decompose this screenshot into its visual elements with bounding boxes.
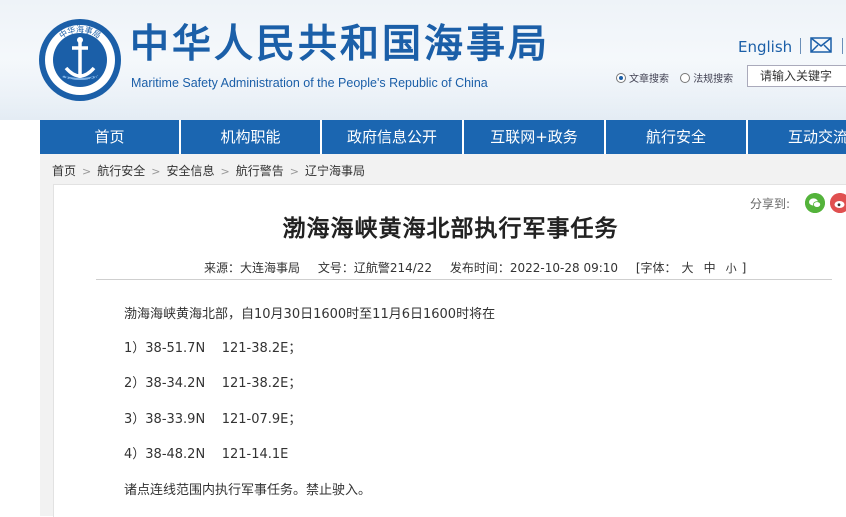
search-option-law[interactable]: 法规搜索 [680, 70, 733, 85]
nav-item-interaction[interactable]: 互动交流 [748, 120, 846, 154]
article-paragraph: 3）38-33.9N 121-07.9E； [124, 412, 302, 427]
font-size-medium[interactable]: 中 [704, 261, 716, 275]
breadcrumb-item[interactable]: 安全信息 [166, 164, 214, 178]
title-divider [96, 279, 832, 280]
nav-item-gov-info[interactable]: 政府信息公开 [322, 120, 464, 154]
article-meta: 来源：大连海事局 文号：辽航警214/22 发布时间：2022-10-28 09… [204, 259, 746, 276]
nav-item-internet-gov[interactable]: 互联网+政务 [464, 120, 606, 154]
font-size-controls: [字体： 大中小] [636, 261, 746, 275]
article-paragraph: 2）38-34.2N 121-38.2E； [124, 376, 302, 391]
article-paragraph: 诸点连线范围内执行军事任务。禁止驶入。 [124, 483, 372, 498]
chevron-right-icon: > [82, 165, 92, 178]
english-link[interactable]: English [738, 38, 792, 56]
search-input[interactable] [747, 65, 846, 87]
breadcrumb-item[interactable]: 首页 [52, 164, 76, 178]
breadcrumb-item[interactable]: 航行安全 [97, 164, 145, 178]
header-background [0, 60, 846, 120]
breadcrumb-item[interactable]: 辽宁海事局 [305, 164, 365, 178]
search-option-article[interactable]: 文章搜索 [616, 70, 669, 85]
site-subtitle: Maritime Safety Administration of the Pe… [131, 76, 488, 90]
search-option-label: 法规搜索 [693, 74, 734, 85]
chevron-right-icon: > [151, 165, 161, 178]
mail-icon[interactable] [810, 37, 832, 53]
site-title[interactable]: 中华人民共和国海事局 [130, 22, 550, 68]
font-size-label: [字体： [635, 261, 677, 275]
article-source: 来源：大连海事局 [204, 261, 301, 275]
font-size-small[interactable]: 小 [726, 262, 737, 275]
header-separator [800, 38, 801, 54]
nav-item-navigation-safety[interactable]: 航行安全 [606, 120, 748, 154]
header-separator [842, 38, 843, 54]
main-nav: 首页 机构职能 政府信息公开 互联网+政务 航行安全 互动交流 [40, 120, 846, 154]
msa-logo-icon[interactable]: 中华海事局 CHINA MSA [38, 18, 122, 102]
article-title: 渤海海峡黄海北部执行军事任务 [282, 216, 619, 242]
nav-item-functions[interactable]: 机构职能 [181, 120, 322, 154]
font-size-large[interactable]: 大 [682, 261, 694, 275]
page-body: 首页 > 航行安全 > 安全信息 > 航行警告 > 辽宁海事局 分享到: 渤海海峡黄海北部执行军… [40, 154, 846, 517]
article-panel: 分享到: 渤海海峡黄海北部执行军事任务 来源：大连海事局 文号：辽航警214/2… [53, 184, 846, 517]
search-option-label: 文章搜索 [629, 74, 669, 85]
breadcrumb-item[interactable]: 航行警告 [236, 164, 284, 178]
breadcrumb: 首页 > 航行安全 > 安全信息 > 航行警告 > 辽宁海事局 [52, 162, 365, 179]
chevron-right-icon: > [289, 165, 299, 178]
article-publish-time: 发布时间：2022-10-28 09:10 [449, 261, 619, 275]
article-paragraph: 1）38-51.7N 121-38.2E； [124, 341, 302, 356]
nav-item-home[interactable]: 首页 [40, 120, 181, 154]
article-doc-number: 文号：辽航警214/22 [317, 261, 433, 275]
chevron-right-icon: > [220, 165, 230, 178]
site-header: 中华海事局 CHINA MSA 中华人民共和国海事局 Maritime Safe… [0, 0, 846, 120]
search-type-options: 文章搜索 法规搜索 [616, 70, 741, 86]
article-paragraph: 渤海海峡黄海北部，自10月30日1600时至11月6日1600时将在 [124, 307, 496, 322]
font-size-close: ] [741, 261, 747, 275]
radio-icon[interactable] [680, 72, 691, 83]
radio-selected-icon[interactable] [616, 72, 626, 83]
article-paragraph: 4）38-48.2N 121-14.1E [124, 447, 289, 462]
